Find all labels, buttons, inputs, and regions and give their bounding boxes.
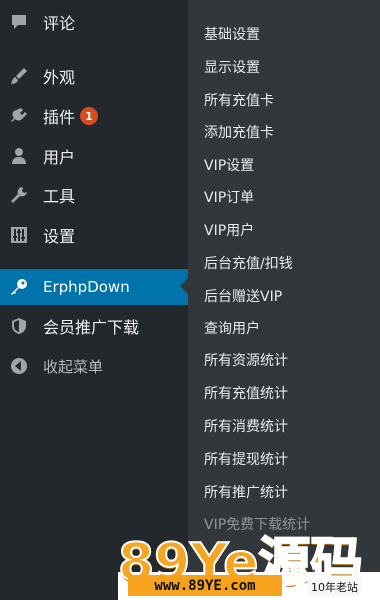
- key-icon: [9, 277, 29, 297]
- submenu-item-consumption-stats[interactable]: 所有消费统计: [204, 416, 288, 436]
- submenu-item-gift-vip[interactable]: 后台赠送VIP: [204, 286, 282, 306]
- user-icon: [9, 146, 29, 166]
- submenu-item-resource-stats[interactable]: 所有资源统计: [204, 350, 288, 370]
- plug-icon: [9, 106, 29, 126]
- submenu-item-promotion-stats[interactable]: 所有推广统计: [204, 482, 288, 502]
- sidebar-item-label: 设置: [43, 227, 76, 246]
- sidebar-item-comments[interactable]: 评论: [0, 4, 188, 40]
- wrench-icon: [9, 185, 29, 205]
- submenu-item-recharge-deduct[interactable]: 后台充值/扣钱: [204, 253, 293, 273]
- sidebar-item-label: 会员推广下载: [43, 318, 140, 337]
- submenu-item-query-user[interactable]: 查询用户: [204, 318, 260, 338]
- sidebar-item-label: 外观: [43, 68, 76, 87]
- sidebar-item-settings[interactable]: 设置: [0, 217, 188, 253]
- submenu-item-vip-orders[interactable]: VIP订单: [204, 187, 254, 207]
- site-watermark: 89Ye源码 www.89YE.com 10年老站: [117, 520, 380, 600]
- submenu-item-add-card[interactable]: 添加充值卡: [204, 122, 274, 142]
- sliders-icon: [9, 225, 29, 245]
- sidebar-item-label: ErphpDown: [43, 278, 130, 296]
- submenu-item-basic-settings[interactable]: 基础设置: [204, 24, 260, 44]
- admin-sidebar-menu: 评论 外观 插件 1 用户 工具 设置 ErphpDown 会员推广下载 收起菜…: [0, 0, 188, 600]
- submenu-pointer-arrow: [180, 278, 188, 294]
- sidebar-item-label: 收起菜单: [43, 357, 104, 376]
- submenu-item-display-settings[interactable]: 显示设置: [204, 57, 260, 77]
- watermark-tagline: 10年老站: [308, 578, 361, 596]
- collapse-menu-button[interactable]: 收起菜单: [0, 348, 188, 384]
- submenu-item-vip-users[interactable]: VIP用户: [204, 220, 254, 240]
- sidebar-item-plugins[interactable]: 插件 1: [0, 98, 188, 134]
- sidebar-item-tools[interactable]: 工具: [0, 177, 188, 213]
- submenu-item-vip-settings[interactable]: VIP设置: [204, 155, 254, 175]
- submenu-item-all-cards[interactable]: 所有充值卡: [204, 90, 274, 110]
- paintbrush-icon: [9, 66, 29, 86]
- erphpdown-submenu: 基础设置 显示设置 所有充值卡 添加充值卡 VIP设置 VIP订单 VIP用户 …: [188, 0, 380, 600]
- submenu-item-recharge-stats[interactable]: 所有充值统计: [204, 383, 288, 403]
- comment-icon: [9, 12, 29, 32]
- sidebar-item-users[interactable]: 用户: [0, 138, 188, 174]
- collapse-arrow-icon: [9, 356, 29, 376]
- sidebar-item-appearance[interactable]: 外观: [0, 58, 188, 94]
- shield-icon: [9, 316, 29, 336]
- watermark-url: www.89YE.com: [128, 575, 282, 596]
- sidebar-item-erphpdown[interactable]: ErphpDown: [0, 269, 188, 305]
- sidebar-item-member-promotion[interactable]: 会员推广下载: [0, 308, 188, 344]
- sidebar-item-label: 工具: [43, 187, 76, 206]
- sidebar-item-label: 评论: [43, 14, 76, 33]
- sidebar-item-label: 用户: [43, 148, 76, 167]
- update-count-badge: 1: [80, 107, 98, 125]
- submenu-item-withdraw-stats[interactable]: 所有提现统计: [204, 449, 288, 469]
- sidebar-item-label: 插件: [43, 108, 76, 127]
